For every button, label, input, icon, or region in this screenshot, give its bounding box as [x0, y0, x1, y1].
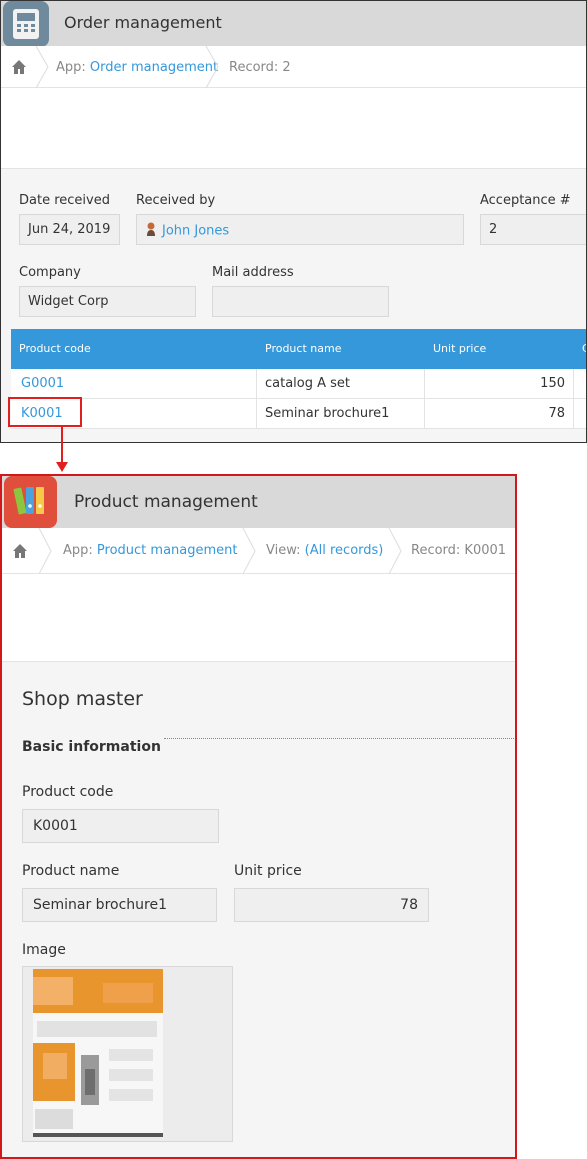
group-divider	[164, 738, 515, 739]
product-code-field: K0001	[22, 809, 219, 843]
date-received-label: Date received	[19, 193, 110, 208]
breadcrumb: App: Order management Record: 2	[1, 46, 586, 88]
product-name-label: Product name	[22, 863, 120, 879]
app-header: Order management	[1, 1, 586, 47]
breadcrumb-view-prefix: View:	[266, 543, 301, 558]
product-name-cell: catalog A set	[265, 376, 351, 391]
product-code-link[interactable]: G0001	[21, 369, 64, 399]
column-header-truncated: C	[582, 342, 586, 355]
column-divider	[256, 369, 257, 399]
binders-app-icon	[4, 476, 57, 528]
breadcrumb-view: View: (All records)	[266, 543, 383, 558]
acceptance-field: 2	[480, 214, 586, 245]
connector-arrow-icon	[56, 462, 68, 472]
breadcrumb-app-link[interactable]: Product management	[97, 543, 238, 558]
app-header: Product management	[2, 476, 515, 528]
breadcrumb-record: Record: K0001	[411, 543, 507, 558]
connector-line	[61, 427, 63, 463]
received-by-field: John Jones	[136, 214, 464, 245]
mail-address-label: Mail address	[212, 265, 294, 280]
column-header-unit-price: Unit price	[433, 342, 487, 355]
breadcrumb-app-link[interactable]: Order management	[90, 60, 218, 75]
column-header-product-name: Product name	[265, 342, 342, 355]
breadcrumb-app-prefix: App:	[63, 543, 93, 558]
received-by-user-link[interactable]: John Jones	[162, 224, 229, 239]
group-title: Basic information	[22, 739, 161, 755]
column-divider	[256, 399, 257, 429]
unit-price-cell: 78	[548, 406, 565, 421]
product-management-window: Product management App: Product manageme…	[0, 474, 517, 1159]
unit-price-label: Unit price	[234, 863, 302, 879]
column-header-product-code: Product code	[19, 342, 91, 355]
home-icon[interactable]	[11, 59, 27, 75]
table-header: Product code Product name Unit price C	[11, 329, 586, 369]
mail-address-field	[212, 286, 389, 317]
telephone-app-icon	[3, 1, 49, 47]
section-title: Shop master	[22, 688, 143, 710]
home-icon[interactable]	[12, 543, 28, 559]
brochure-thumbnail[interactable]	[33, 969, 163, 1139]
unit-price-cell: 150	[540, 376, 565, 391]
highlight-box	[8, 397, 82, 427]
breadcrumb-separator-icon	[242, 528, 256, 574]
breadcrumb-separator-icon	[35, 46, 49, 88]
company-field: Widget Corp	[19, 286, 196, 317]
acceptance-label: Acceptance #	[480, 193, 571, 208]
app-title: Order management	[64, 13, 222, 32]
company-label: Company	[19, 265, 81, 280]
breadcrumb-separator-icon	[388, 528, 402, 574]
breadcrumb-separator-icon	[38, 528, 52, 574]
table-row: K0001 Seminar brochure1 78	[11, 399, 586, 429]
unit-price-field: 78	[234, 888, 429, 922]
column-divider	[573, 369, 574, 399]
breadcrumb-view-link[interactable]: (All records)	[305, 543, 384, 558]
breadcrumb-app-prefix: App:	[56, 60, 86, 75]
breadcrumb-app: App: Order management	[56, 60, 218, 75]
column-divider	[573, 399, 574, 429]
user-avatar	[145, 222, 157, 240]
table-row: G0001 catalog A set 150	[11, 369, 586, 399]
date-received-field: Jun 24, 2019	[19, 214, 120, 245]
image-label: Image	[22, 942, 66, 958]
image-field	[22, 966, 233, 1142]
product-name-cell: Seminar brochure1	[265, 406, 390, 421]
product-name-field: Seminar brochure1	[22, 888, 217, 922]
breadcrumb: App: Product management View: (All recor…	[2, 528, 515, 574]
breadcrumb-separator-icon	[205, 46, 219, 88]
app-title: Product management	[74, 492, 258, 512]
product-code-label: Product code	[22, 784, 114, 800]
breadcrumb-app: App: Product management	[63, 543, 238, 558]
order-management-window: Order management App: Order management R…	[0, 0, 587, 443]
received-by-label: Received by	[136, 193, 216, 208]
breadcrumb-record: Record: 2	[229, 60, 291, 75]
